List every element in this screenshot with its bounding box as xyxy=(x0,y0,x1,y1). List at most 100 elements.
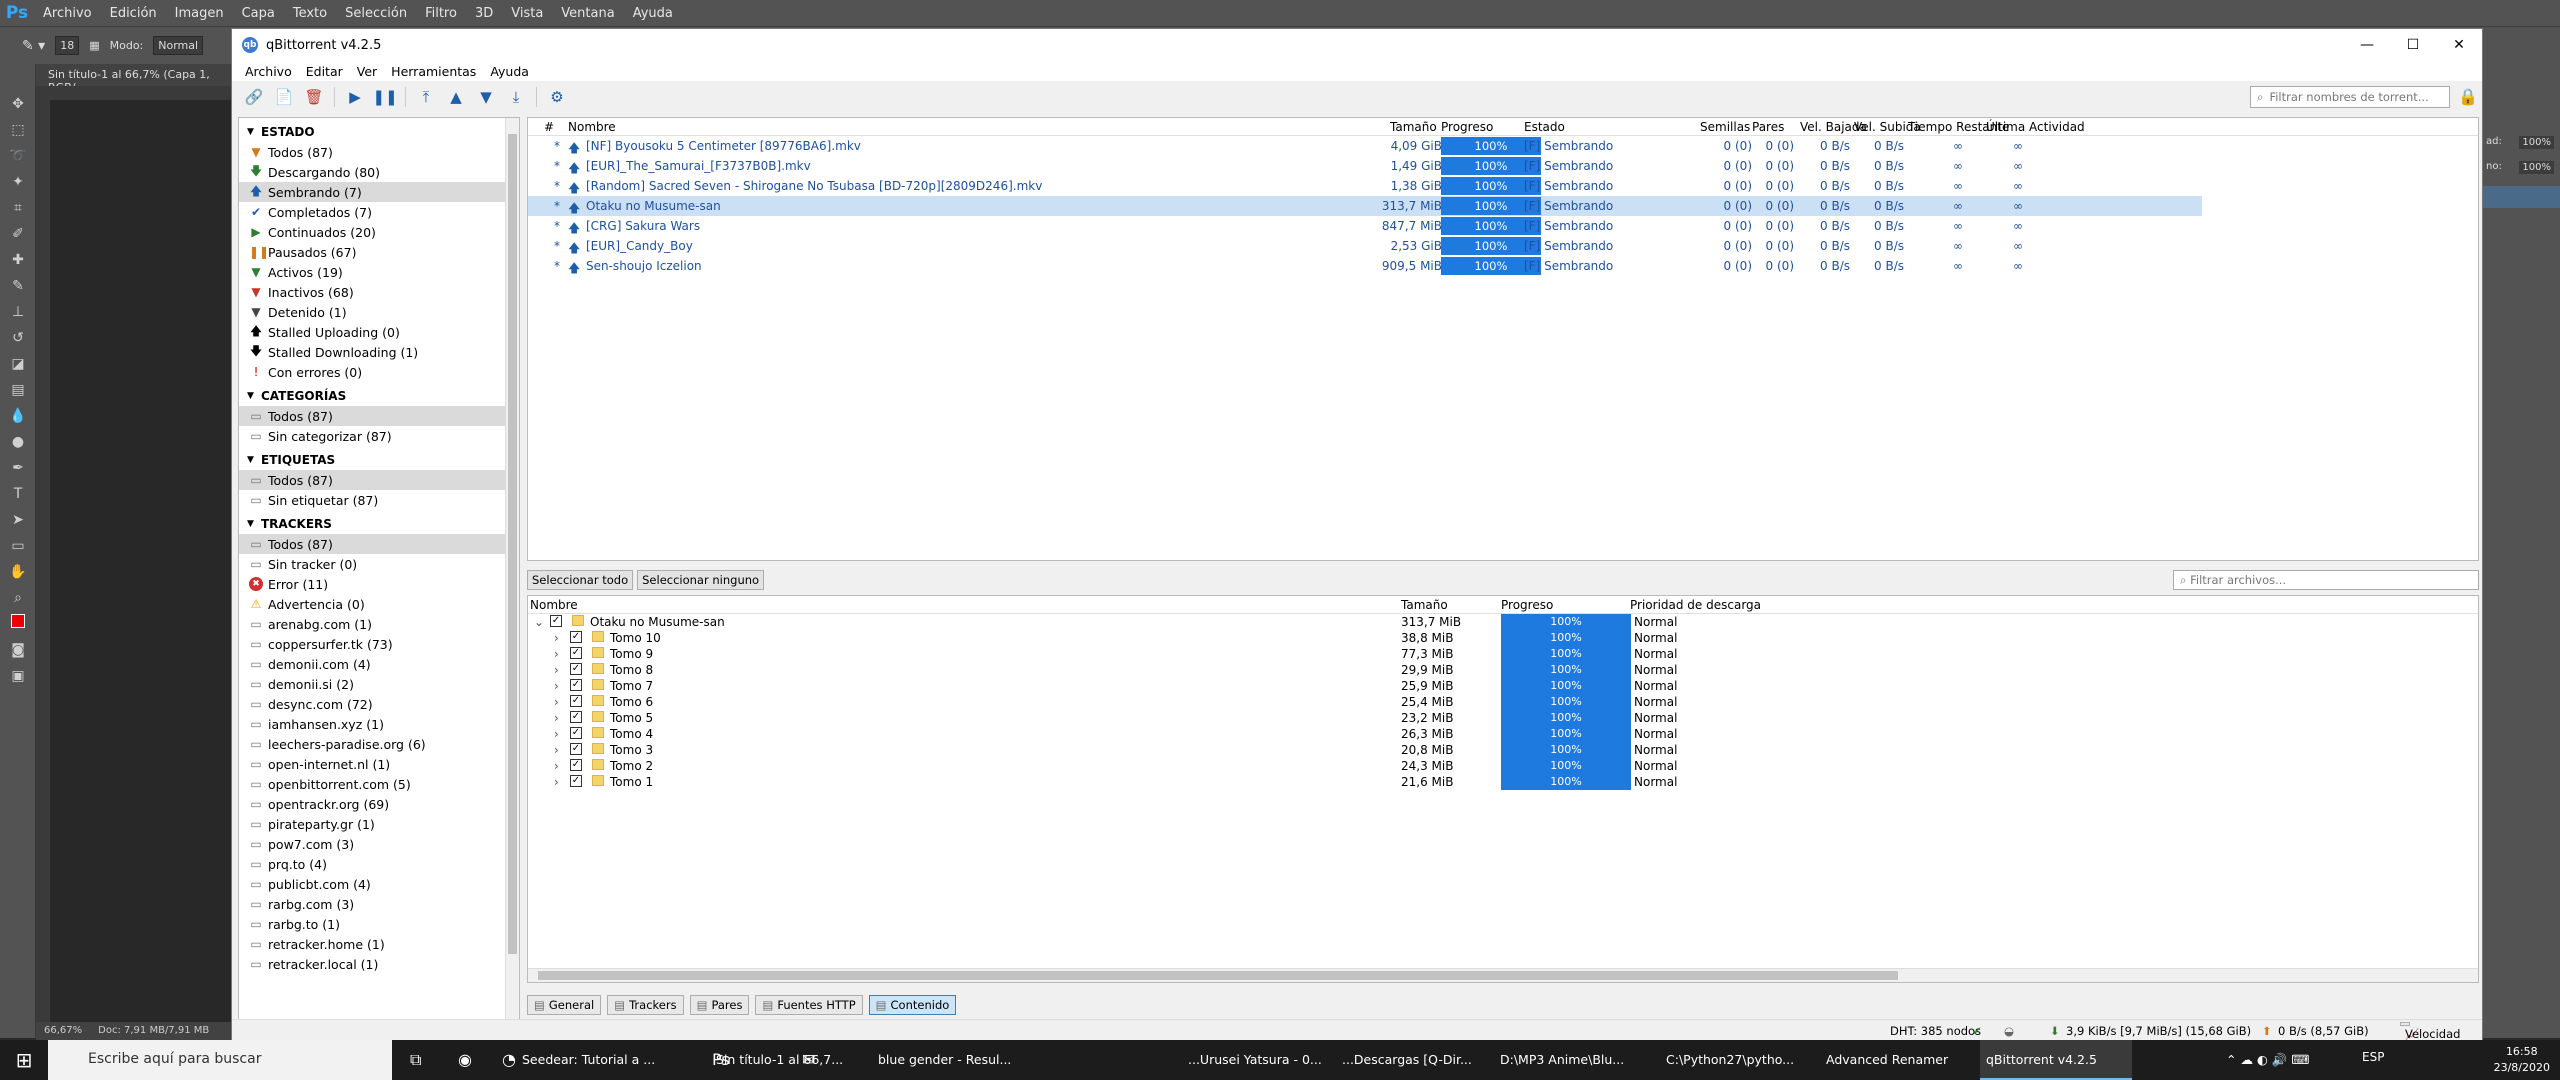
options-gear-icon[interactable]: ⚙ xyxy=(543,84,571,110)
sidebar-filter-item[interactable]: ▭ arenabg.com (1) xyxy=(239,614,519,634)
sidebar-filter-item[interactable]: ▼ Detenido (1) xyxy=(239,302,519,322)
collapsed-caret-icon[interactable]: › xyxy=(554,711,559,725)
sidebar-filter-item[interactable]: ▭ pow7.com (3) xyxy=(239,834,519,854)
collapsed-caret-icon[interactable]: › xyxy=(554,727,559,741)
sidebar-filter-item[interactable]: ▭ rarbg.com (3) xyxy=(239,894,519,914)
file-tree-hscrollbar[interactable] xyxy=(528,968,2478,982)
ps-menu-item[interactable]: Ayuda xyxy=(624,6,682,21)
torrent-row[interactable]: 🡅 * Sen-shoujo Iczelion 909,5 MiB 100% [F] Se… xyxy=(528,256,2202,276)
sidebar-filter-item[interactable]: ▭ Todos (87) xyxy=(239,470,519,490)
menu-item[interactable]: Herramientas xyxy=(386,64,481,79)
sidebar-filter-item[interactable]: ▭ rarbg.to (1) xyxy=(239,914,519,934)
connection-ok-icon[interactable]: ✔ xyxy=(1972,1024,1982,1038)
sidebar-filter-item[interactable]: ▭ Todos (87) xyxy=(239,406,519,426)
move-down-icon[interactable]: ▼ xyxy=(472,84,500,110)
delete-icon[interactable]: 🗑 xyxy=(300,84,328,110)
resume-icon[interactable]: ▶ xyxy=(341,84,369,110)
torrent-row[interactable]: 🡅 * [EUR]_Candy_Boy 2,53 GiB 100% [F] Sembran… xyxy=(528,236,2202,256)
sidebar-filter-item[interactable]: ▭ demonii.com (4) xyxy=(239,654,519,674)
collapsed-caret-icon[interactable]: › xyxy=(554,759,559,773)
marquee-tool-icon[interactable]: ⬚ xyxy=(8,120,28,140)
speed-button[interactable]: 📈 Velocidad xyxy=(2400,1022,2460,1041)
sidebar-filter-item[interactable]: ✔ Completados (7) xyxy=(239,202,519,222)
file-priority[interactable]: Normal xyxy=(1634,727,1677,741)
ps-menu-item[interactable]: Ventana xyxy=(552,6,623,21)
blur-tool-icon[interactable]: 💧 xyxy=(8,406,28,426)
file-row[interactable]: › ✓ Tomo 2 24,3 MiB 100% Normal xyxy=(528,758,2478,774)
firefox-icon[interactable]: ◔ xyxy=(496,1040,516,1080)
file-priority[interactable]: Normal xyxy=(1634,743,1677,757)
file-row[interactable]: › ✓ Tomo 9 77,3 MiB 100% Normal xyxy=(528,646,2478,662)
zoom-tool-icon[interactable]: ⌕ xyxy=(8,588,28,608)
alt-speed-icon[interactable]: ◒ xyxy=(2004,1024,2014,1038)
sidebar-filter-item[interactable]: ▭ coppersurfer.tk (73) xyxy=(239,634,519,654)
hand-tool-icon[interactable]: ✋ xyxy=(8,562,28,582)
column-header[interactable]: Estado xyxy=(1524,120,1565,134)
file-search-input[interactable]: ⌕ Filtrar archivos... xyxy=(2173,570,2479,590)
column-header[interactable]: Prioridad de descarga xyxy=(1630,598,1761,612)
type-tool-icon[interactable]: T xyxy=(8,484,28,504)
tab-2[interactable]: ▤ Trackers xyxy=(607,995,684,1015)
select-none-button[interactable]: Seleccionar ninguno xyxy=(637,570,765,590)
collapsed-caret-icon[interactable]: › xyxy=(554,647,559,661)
sidebar-filter-item[interactable]: ▭ Sin etiquetar (87) xyxy=(239,490,519,510)
expanded-caret-icon[interactable]: ⌄ xyxy=(534,615,544,629)
file-row[interactable]: › ✓ Tomo 5 23,2 MiB 100% Normal xyxy=(528,710,2478,726)
sidebar-filter-item[interactable]: ✖ Error (11) xyxy=(239,574,519,594)
taskbar-search[interactable]: Escribe aquí para buscar xyxy=(48,1040,392,1080)
sidebar-filter-item[interactable]: ▼ Inactivos (68) xyxy=(239,282,519,302)
section-trackers[interactable]: ▼ TRACKERS xyxy=(239,514,519,534)
file-row[interactable]: › ✓ Tomo 10 38,8 MiB 100% Normal xyxy=(528,630,2478,646)
layer-row[interactable] xyxy=(2480,186,2560,208)
taskbar-app-button[interactable]: Sin título-1 al 66,7... xyxy=(710,1040,860,1080)
column-header[interactable]: Progreso xyxy=(1501,598,1553,612)
brush-tool-icon[interactable]: ✎ xyxy=(8,276,28,296)
taskbar-app-button[interactable]: ...Urusei Yatsura - 0... xyxy=(1182,1040,1328,1080)
add-torrent-file-icon[interactable]: 📄 xyxy=(270,84,298,110)
taskbar-app-button[interactable]: C:\Python27\pytho... xyxy=(1660,1040,1812,1080)
sidebar-filter-item[interactable]: ▼ Todos (87) xyxy=(239,142,519,162)
menu-item[interactable]: Ayuda xyxy=(485,64,534,79)
sidebar-filter-item[interactable]: ! Con errores (0) xyxy=(239,362,519,382)
ps-menu-item[interactable]: Vista xyxy=(502,6,552,21)
file-checkbox[interactable]: ✓ xyxy=(570,711,582,723)
upload-speed[interactable]: 0 B/s (8,57 GiB) xyxy=(2278,1024,2369,1038)
color-swatch-icon[interactable] xyxy=(8,614,28,634)
brush-panel-icon[interactable]: ▦ xyxy=(89,39,99,52)
ps-zoom[interactable]: 66,67% xyxy=(44,1025,82,1037)
chrome-icon[interactable]: ◉ xyxy=(452,1040,472,1080)
add-link-icon[interactable]: 🔗 xyxy=(240,84,268,110)
lasso-tool-icon[interactable]: ➰ xyxy=(8,146,28,166)
quickmask-icon[interactable]: ◙ xyxy=(8,640,28,660)
magic-wand-tool-icon[interactable]: ✦ xyxy=(8,172,28,192)
file-row[interactable]: › ✓ Tomo 4 26,3 MiB 100% Normal xyxy=(528,726,2478,742)
system-tray-icons[interactable]: ⌃ ☁ ◐ 🔊 ⌨ xyxy=(2220,1040,2309,1080)
file-checkbox[interactable]: ✓ xyxy=(570,759,582,771)
ps-menu-item[interactable]: Imagen xyxy=(166,6,233,21)
file-tree-scroll-thumb[interactable] xyxy=(538,971,1898,980)
file-priority[interactable]: Normal xyxy=(1634,615,1677,629)
path-select-icon[interactable]: ➤ xyxy=(8,510,28,530)
file-row[interactable]: › ✓ Tomo 3 20,8 MiB 100% Normal xyxy=(528,742,2478,758)
file-row[interactable]: ⌄ ✓ Otaku no Musume-san 313,7 MiB 100% Normal xyxy=(528,614,2478,630)
brush-tool-icon[interactable]: ✎ ▾ xyxy=(22,38,45,54)
move-top-icon[interactable]: ⤒ xyxy=(412,84,440,110)
sidebar-filter-item[interactable]: ▭ open-internet.nl (1) xyxy=(239,754,519,774)
windows-start-icon[interactable]: ⊞ xyxy=(0,1040,48,1080)
collapsed-caret-icon[interactable]: › xyxy=(554,631,559,645)
healing-tool-icon[interactable]: ✚ xyxy=(8,250,28,270)
close-button[interactable]: ✕ xyxy=(2436,29,2482,61)
file-checkbox[interactable]: ✓ xyxy=(570,775,582,787)
sidebar-filter-item[interactable]: ▭ leechers-paradise.org (6) xyxy=(239,734,519,754)
file-row[interactable]: › ✓ Tomo 1 21,6 MiB 100% Normal xyxy=(528,774,2478,790)
file-checkbox[interactable]: ✓ xyxy=(570,647,582,659)
history-brush-icon[interactable]: ↺ xyxy=(8,328,28,348)
file-priority[interactable]: Normal xyxy=(1634,631,1677,645)
sidebar-filter-item[interactable]: ▭ desync.com (72) xyxy=(239,694,519,714)
taskbar-app-button[interactable]: ...Descargas [Q-Dir... xyxy=(1336,1040,1486,1080)
brush-size[interactable]: 18 xyxy=(55,36,80,55)
move-up-icon[interactable]: ▲ xyxy=(442,84,470,110)
tab-5[interactable]: ▤ Contenido xyxy=(868,995,957,1015)
sidebar-filter-item[interactable]: ▭ iamhansen.xyz (1) xyxy=(239,714,519,734)
sidebar-filter-item[interactable]: 🡅 Stalled Uploading (0) xyxy=(239,322,519,342)
